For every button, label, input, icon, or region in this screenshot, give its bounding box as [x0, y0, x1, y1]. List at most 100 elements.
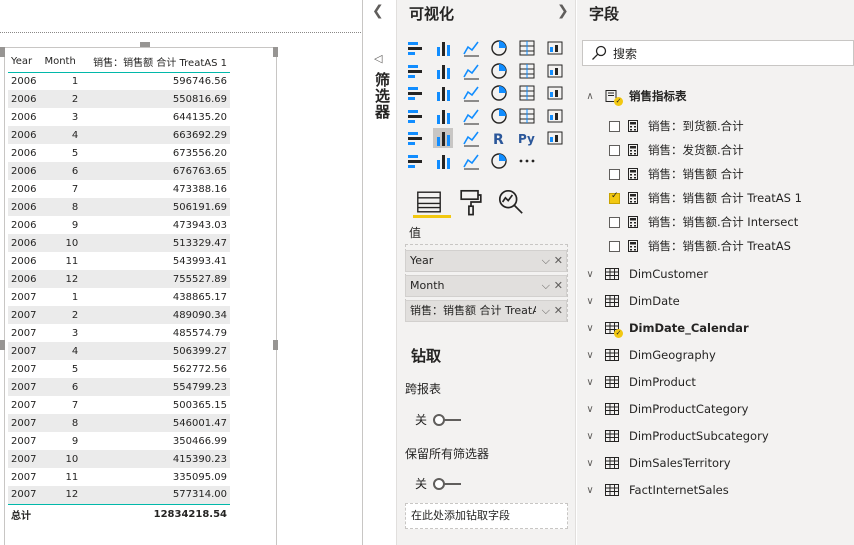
qa-icon[interactable] [433, 151, 453, 171]
table-item[interactable]: ∨ DimCustomer [577, 263, 708, 285]
table-row[interactable]: 2007 12 577314.00 [8, 486, 230, 504]
table-row[interactable]: 2006 10 513329.47 [8, 234, 230, 252]
column-header-month[interactable]: Month [41, 52, 82, 73]
measure-checkbox[interactable] [609, 240, 620, 252]
chevron-down-icon[interactable]: ∨ [583, 350, 597, 361]
table-row[interactable]: 2007 10 415390.23 [8, 450, 230, 468]
table-row[interactable]: 2006 1 596746.56 [8, 72, 230, 90]
table-item[interactable]: ∨ DimProductCategory [577, 398, 748, 420]
stacked-bar-chart-icon[interactable] [405, 38, 425, 58]
measure-checkbox[interactable] [609, 120, 620, 132]
table-row[interactable]: 2007 3 485574.79 [8, 324, 230, 342]
chevron-down-icon[interactable]: ∨ [583, 323, 597, 334]
well-field-year[interactable]: Year ⌵ ✕ [405, 250, 567, 272]
python-visual-icon[interactable]: Py [517, 128, 537, 148]
matrix-table[interactable]: Year Month 销售：销售额 合计 TreatAS 1 2006 1 5967… [8, 52, 230, 524]
remove-x-icon[interactable]: ✕ [554, 301, 563, 321]
filters-pane[interactable]: ❮ ◁ 筛选器 [364, 0, 397, 545]
table-row[interactable]: 2006 12 755527.89 [8, 270, 230, 288]
table-row[interactable]: 2006 8 506191.69 [8, 198, 230, 216]
analytics-magnifier-icon[interactable] [497, 188, 525, 216]
clustered-bar-chart-icon[interactable] [461, 38, 481, 58]
table-item[interactable]: ∨ DimProductSubcategory [577, 425, 768, 447]
slicer-icon[interactable] [405, 128, 425, 148]
table-row[interactable]: 2007 2 489090.34 [8, 306, 230, 324]
treemap-icon[interactable] [545, 83, 565, 103]
chevron-down-icon[interactable]: ∨ [583, 377, 597, 388]
table-item[interactable]: ∨ DimDate [577, 290, 679, 312]
chevron-down-icon[interactable]: ∨ [583, 404, 597, 415]
remove-x-icon[interactable]: ✕ [554, 251, 563, 271]
r-visual-icon[interactable]: R [489, 128, 509, 148]
line-chart-icon[interactable] [405, 61, 425, 81]
stacked-area-chart-icon[interactable] [461, 61, 481, 81]
measure-item[interactable]: 销售：销售额 合计 [609, 163, 744, 185]
table-item[interactable]: ∨ ✓ DimDate_Calendar [577, 317, 749, 339]
measure-checkbox[interactable] [609, 144, 620, 156]
chevron-down-icon[interactable]: ∨ [583, 431, 597, 442]
table-item[interactable]: ∨ DimProduct [577, 371, 696, 393]
well-field-measure[interactable]: 销售：销售额 合计 TreatAS 1 ⌵ ✕ [405, 300, 567, 322]
100-stacked-column-chart-icon[interactable] [545, 38, 565, 58]
format-paint-roller-icon[interactable] [457, 188, 485, 216]
chevron-down-icon[interactable]: ⌵ [542, 301, 550, 321]
remove-x-icon[interactable]: ✕ [554, 276, 563, 296]
table-item[interactable]: ∨ FactInternetSales [577, 479, 728, 501]
key-influencers-icon[interactable] [545, 128, 565, 148]
measure-item[interactable]: 销售：发货额.合计 [609, 139, 744, 161]
column-header-year[interactable]: Year [8, 52, 42, 73]
column-header-measure[interactable]: 销售：销售额 合计 TreatAS 1 [81, 52, 230, 73]
resize-handle[interactable] [273, 47, 278, 57]
ribbon-chart-icon[interactable] [545, 61, 565, 81]
table-row[interactable]: 2007 7 500365.15 [8, 396, 230, 414]
table-row[interactable]: 2006 11 543993.41 [8, 252, 230, 270]
card-icon[interactable] [489, 106, 509, 126]
measure-item[interactable]: 销售：销售额.合计 TreatAS [609, 235, 791, 257]
table-row[interactable]: 2007 11 335095.09 [8, 468, 230, 486]
smart-narrative-icon[interactable] [461, 151, 481, 171]
measure-item[interactable]: 销售：销售额.合计 Intersect [609, 211, 798, 233]
chevron-down-icon[interactable]: ⌵ [542, 251, 550, 271]
pie-chart-icon[interactable] [489, 83, 509, 103]
collapse-chevron-icon[interactable]: ❮ [372, 3, 384, 19]
measure-checkbox[interactable] [609, 168, 620, 180]
matrix-icon[interactable] [461, 128, 481, 148]
measure-checkbox[interactable] [609, 216, 620, 228]
drillthrough-drop-well[interactable]: 在此处添加钻取字段 [405, 503, 568, 529]
resize-handle[interactable] [140, 42, 150, 47]
table-icon[interactable] [433, 128, 453, 149]
well-field-month[interactable]: Month ⌵ ✕ [405, 275, 567, 297]
scatter-chart-icon[interactable] [461, 83, 481, 103]
keep-filters-toggle-row[interactable]: 关 [415, 475, 463, 492]
area-chart-icon[interactable] [433, 61, 453, 81]
cross-report-toggle-row[interactable]: 关 [415, 411, 463, 428]
more-visuals-icon[interactable] [517, 151, 537, 171]
table-row[interactable]: 2007 1 438865.17 [8, 288, 230, 306]
table-item[interactable]: ∨ DimGeography [577, 344, 715, 366]
paginated-report-icon[interactable] [489, 151, 509, 171]
line-and-clustered-column-chart-icon[interactable] [517, 61, 537, 81]
expand-chevron-icon[interactable]: ❯ [557, 3, 569, 19]
table-row[interactable]: 2007 8 546001.47 [8, 414, 230, 432]
report-canvas[interactable]: Year Month 销售：销售额 合计 TreatAS 1 2006 1 5967… [0, 0, 363, 545]
table-row[interactable]: 2006 7 473388.16 [8, 180, 230, 198]
measure-checkbox[interactable] [609, 191, 620, 204]
stacked-column-chart-icon[interactable] [433, 38, 453, 58]
clustered-column-chart-icon[interactable] [489, 38, 509, 58]
kpi-icon[interactable] [545, 106, 565, 126]
table-row[interactable]: 2006 4 663692.29 [8, 126, 230, 144]
chevron-up-icon[interactable]: ∧ [583, 91, 597, 102]
decomposition-tree-icon[interactable] [405, 151, 425, 171]
chevron-down-icon[interactable]: ∨ [583, 296, 597, 307]
table-row[interactable]: 2006 9 473943.03 [8, 216, 230, 234]
map-icon[interactable] [405, 106, 425, 126]
filter-arrow-icon[interactable]: ◁ [374, 52, 382, 65]
funnel-chart-icon[interactable] [433, 83, 453, 103]
gauge-icon[interactable] [461, 106, 481, 126]
table-row[interactable]: 2006 2 550816.69 [8, 90, 230, 108]
multi-row-card-icon[interactable] [517, 106, 537, 126]
100-stacked-bar-chart-icon[interactable] [517, 38, 537, 58]
resize-handle[interactable] [0, 47, 5, 57]
table-item[interactable]: ∨ DimSalesTerritory [577, 452, 730, 474]
table-row[interactable]: 2007 6 554799.23 [8, 378, 230, 396]
